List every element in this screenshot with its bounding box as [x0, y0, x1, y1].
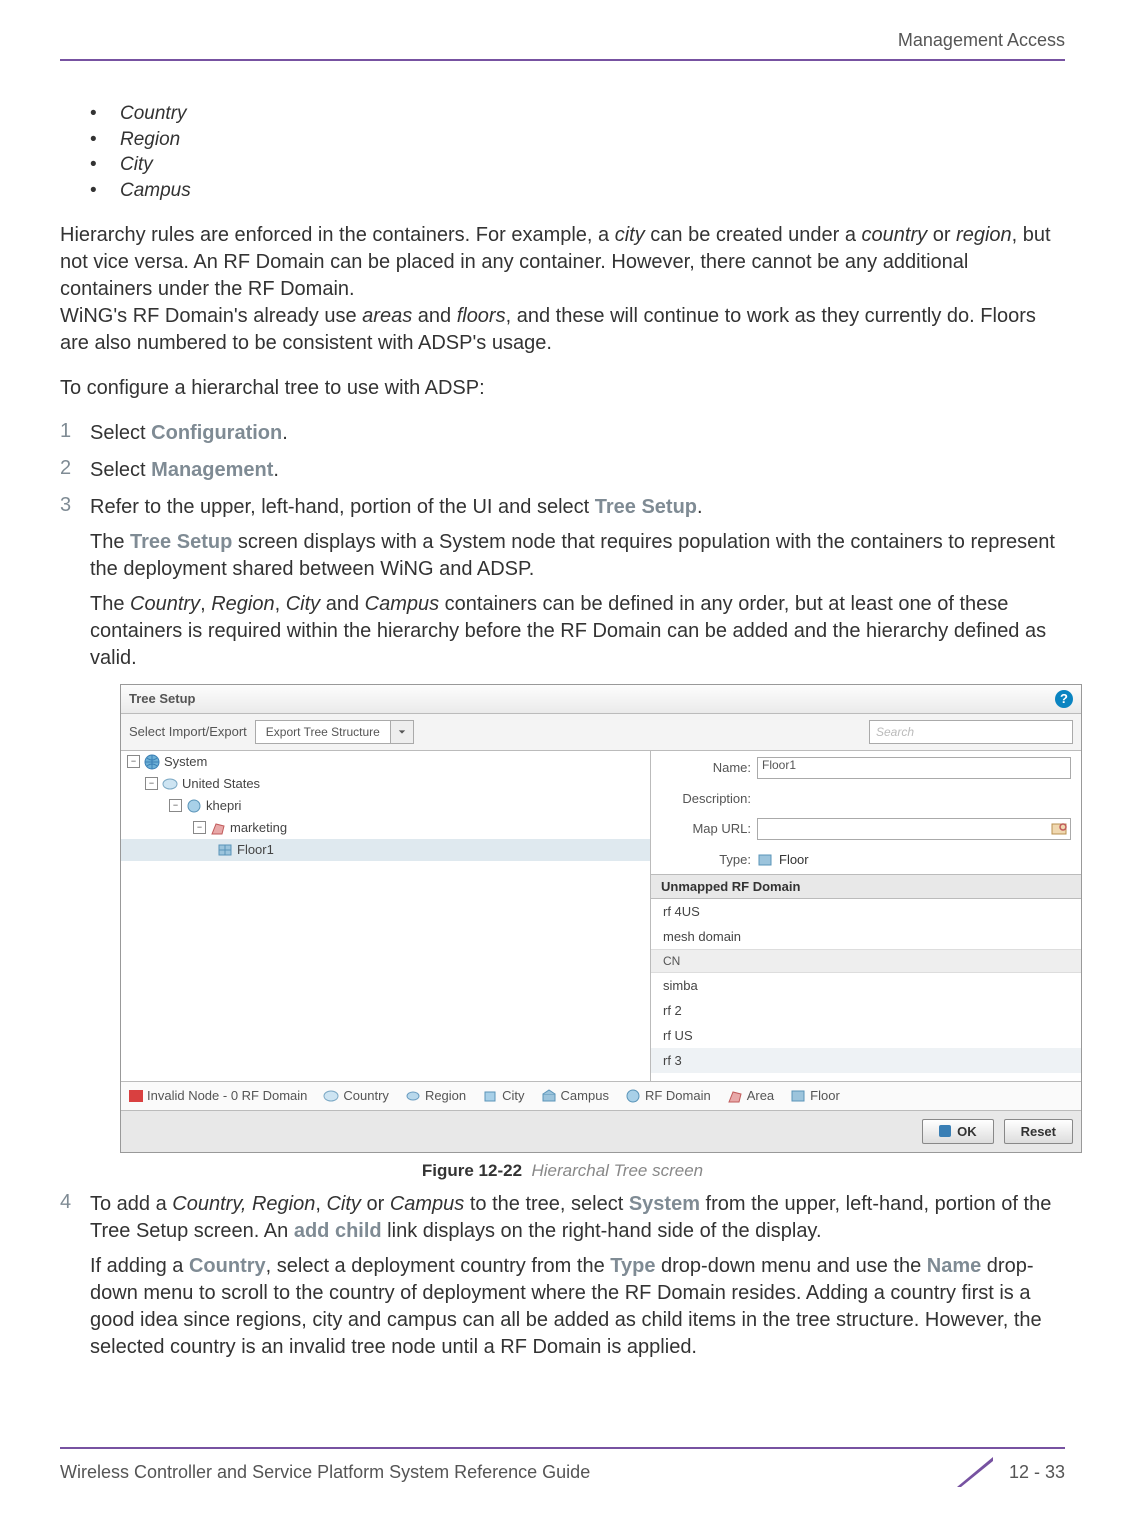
- type-label: Type:: [661, 852, 751, 867]
- ok-button[interactable]: OK: [922, 1119, 994, 1144]
- mapurl-input[interactable]: [757, 818, 1071, 840]
- page-footer: Wireless Controller and Service Platform…: [60, 1447, 1065, 1487]
- bullet-item: Campus: [90, 178, 1065, 204]
- footer-left: Wireless Controller and Service Platform…: [60, 1462, 590, 1483]
- collapse-icon[interactable]: −: [193, 821, 206, 834]
- name-input[interactable]: Floor1: [757, 757, 1071, 779]
- bullet-item: City: [90, 152, 1065, 178]
- panel-footer: OK Reset: [121, 1110, 1081, 1152]
- region-icon: [405, 1088, 421, 1104]
- unmapped-header: Unmapped RF Domain: [651, 874, 1081, 899]
- floor-icon: [217, 842, 233, 858]
- step-3: 3 Refer to the upper, left-hand, portion…: [60, 494, 1065, 672]
- rfdomain-icon: [186, 798, 202, 814]
- step-4: 4 To add a Country, Region, City or Camp…: [60, 1191, 1065, 1361]
- select-value: Export Tree Structure: [256, 725, 390, 739]
- help-icon[interactable]: ?: [1055, 690, 1073, 708]
- chevron-down-icon[interactable]: [390, 721, 413, 743]
- collapse-icon[interactable]: −: [169, 799, 182, 812]
- bullet-item: Region: [90, 127, 1065, 153]
- rf-domain-item[interactable]: simba: [651, 973, 1081, 998]
- step-number: 4: [60, 1191, 90, 1361]
- import-export-select[interactable]: Export Tree Structure: [255, 720, 414, 744]
- type-value: Floor: [779, 852, 809, 867]
- mapurl-label: Map URL:: [661, 821, 751, 836]
- paragraph: To configure a hierarchal tree to use wi…: [60, 375, 1065, 402]
- browse-icon[interactable]: [1051, 821, 1067, 837]
- search-input[interactable]: Search: [869, 720, 1073, 744]
- rf-domain-item[interactable]: mesh domain: [651, 924, 1081, 949]
- collapse-icon[interactable]: −: [127, 755, 140, 768]
- import-export-label: Select Import/Export: [129, 724, 247, 739]
- invalid-icon: [129, 1090, 143, 1102]
- city-icon: [482, 1088, 498, 1104]
- page-number: 12 - 33: [1009, 1462, 1065, 1483]
- bullet-item: Country: [90, 101, 1065, 127]
- country-icon: [323, 1088, 339, 1104]
- globe-icon: [144, 754, 160, 770]
- reset-button[interactable]: Reset: [1004, 1119, 1073, 1144]
- campus-icon: [541, 1088, 557, 1104]
- legend-bar: Invalid Node - 0 RF Domain Country Regio…: [121, 1081, 1081, 1110]
- bullet-list: Country Region City Campus: [60, 101, 1065, 204]
- rf-domain-item[interactable]: rf 3: [651, 1048, 1081, 1073]
- page-corner: 12 - 33: [957, 1457, 1065, 1487]
- area-icon: [727, 1088, 743, 1104]
- tree-node-rfdomain[interactable]: −khepri: [121, 795, 650, 817]
- ok-icon: [939, 1125, 951, 1137]
- floor-icon: [757, 852, 773, 868]
- details-pane: Name: Floor1 Description: Map URL: Type: F…: [651, 751, 1081, 1081]
- rf-domain-item[interactable]: rf 2: [651, 998, 1081, 1023]
- tree-node-floor[interactable]: Floor1: [121, 839, 650, 861]
- collapse-icon[interactable]: −: [145, 777, 158, 790]
- step-2: 2 Select Management.: [60, 457, 1065, 484]
- tree-node-system[interactable]: −System: [121, 751, 650, 773]
- panel-titlebar: Tree Setup ?: [121, 685, 1081, 714]
- page-header: Management Access: [60, 30, 1065, 61]
- step-number: 3: [60, 494, 90, 672]
- paragraph: Hierarchy rules are enforced in the cont…: [60, 222, 1065, 357]
- corner-decoration: [957, 1457, 993, 1487]
- tree-node-country[interactable]: −United States: [121, 773, 650, 795]
- rfdomain-icon: [625, 1088, 641, 1104]
- rf-group-header[interactable]: CN: [651, 949, 1081, 973]
- step-number: 1: [60, 420, 90, 447]
- tree-setup-panel: Tree Setup ? Select Import/Export Export…: [120, 684, 1082, 1153]
- name-label: Name:: [661, 760, 751, 775]
- step-1: 1 Select Configuration.: [60, 420, 1065, 447]
- figure-caption: Figure 12-22 Hierarchal Tree screen: [60, 1161, 1065, 1181]
- panel-toolbar: Select Import/Export Export Tree Structu…: [121, 714, 1081, 751]
- country-icon: [162, 776, 178, 792]
- floor-icon: [790, 1088, 806, 1104]
- tree-view[interactable]: −System −United States −khepri −marketin…: [121, 751, 651, 1081]
- description-label: Description:: [661, 791, 751, 806]
- rf-domain-item[interactable]: rf US: [651, 1023, 1081, 1048]
- panel-title: Tree Setup: [129, 691, 195, 706]
- area-icon: [210, 820, 226, 836]
- rf-domain-item[interactable]: rf 4US: [651, 899, 1081, 924]
- tree-node-area[interactable]: −marketing: [121, 817, 650, 839]
- step-number: 2: [60, 457, 90, 484]
